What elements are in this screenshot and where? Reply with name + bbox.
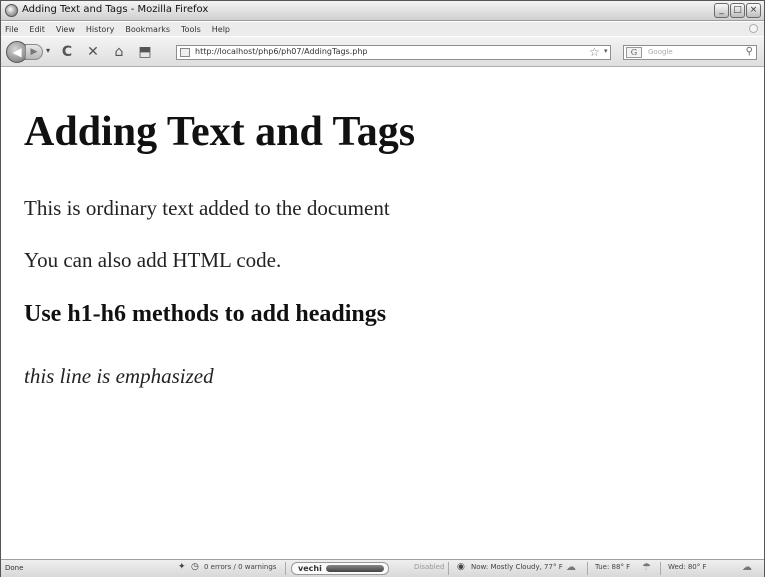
status-text: Done	[5, 564, 24, 572]
subheading: Use h1-h6 methods to add headings	[24, 301, 387, 327]
history-dropdown-icon[interactable]: ▾	[46, 46, 50, 55]
stop-button[interactable]: ✕	[85, 44, 101, 60]
weather-wednesday[interactable]: Wed: 80° F	[668, 563, 707, 571]
weather-globe-icon[interactable]: ◉	[457, 562, 465, 572]
title-bar: Adding Text and Tags - Mozilla Firefox _…	[1, 1, 764, 21]
url-history-dropdown-icon[interactable]: ▾	[604, 47, 608, 55]
menu-bookmarks[interactable]: Bookmarks	[125, 25, 170, 34]
status-separator	[660, 562, 661, 575]
error-count[interactable]: 0 errors / 0 warnings	[204, 563, 276, 571]
menu-view[interactable]: View	[56, 25, 75, 34]
vechi-label: vechi	[298, 564, 322, 573]
activity-throbber-icon	[749, 24, 758, 33]
vechi-bar	[326, 565, 384, 572]
maximize-button[interactable]: □	[730, 3, 745, 18]
address-bar[interactable]: http://localhost/php6/ph07/AddingTags.ph…	[176, 45, 611, 60]
weather-now[interactable]: Now: Mostly Cloudy, 77° F	[471, 563, 563, 571]
forward-button[interactable]: ▶	[25, 44, 43, 60]
error-console-icon[interactable]: ◷	[191, 562, 199, 572]
menu-tools[interactable]: Tools	[181, 25, 201, 34]
status-separator	[587, 562, 588, 575]
close-button[interactable]: ×	[746, 3, 761, 18]
menu-edit[interactable]: Edit	[29, 25, 45, 34]
browser-window: Adding Text and Tags - Mozilla Firefox _…	[0, 0, 765, 577]
cloud-icon: ☁	[566, 562, 576, 573]
html-code-paragraph: You can also add HTML code.	[24, 248, 282, 272]
window-controls: _ □ ×	[714, 3, 761, 18]
window-title: Adding Text and Tags - Mozilla Firefox	[22, 4, 209, 15]
page-favicon-icon	[180, 48, 190, 57]
menu-help[interactable]: Help	[212, 25, 230, 34]
search-box[interactable]: G Google ⚲	[623, 45, 757, 60]
disabled-status[interactable]: Disabled	[414, 563, 444, 571]
search-placeholder[interactable]: Google	[648, 48, 673, 56]
bookmark-page-icon[interactable]: ⬒	[137, 44, 153, 60]
bookmark-star-icon[interactable]: ☆	[589, 45, 600, 59]
vechi-toolbar[interactable]: vechi	[291, 562, 389, 575]
cloud-rain-icon: ☁	[742, 562, 752, 573]
minimize-button[interactable]: _	[714, 3, 729, 18]
menu-bar: File Edit View History Bookmarks Tools H…	[1, 22, 764, 36]
emphasized-line: this line is emphasized	[24, 364, 214, 388]
status-bar: Done ✦ ◷ 0 errors / 0 warnings vechi Dis…	[1, 559, 764, 577]
reload-button[interactable]: C	[59, 44, 75, 60]
url-text[interactable]: http://localhost/php6/ph07/AddingTags.ph…	[195, 47, 368, 56]
ordinary-text-paragraph: This is ordinary text added to the docum…	[24, 196, 390, 220]
addon-puzzle-icon[interactable]: ✦	[178, 562, 186, 572]
firefox-icon	[5, 4, 18, 17]
search-icon[interactable]: ⚲	[746, 46, 753, 57]
search-engine-selector[interactable]: G	[626, 47, 642, 58]
storm-icon: ☂	[642, 562, 651, 573]
menu-history[interactable]: History	[86, 25, 114, 34]
home-button[interactable]: ⌂	[111, 44, 127, 60]
menu-file[interactable]: File	[5, 25, 18, 34]
weather-tuesday[interactable]: Tue: 88° F	[595, 563, 630, 571]
status-separator	[448, 562, 449, 575]
status-separator	[285, 562, 286, 575]
page-heading: Adding Text and Tags	[24, 109, 416, 155]
page-content: Adding Text and Tags This is ordinary te…	[1, 68, 764, 558]
navigation-toolbar: ◀ ▶ ▾ C ✕ ⌂ ⬒ http://localhost/php6/ph07…	[1, 37, 764, 67]
